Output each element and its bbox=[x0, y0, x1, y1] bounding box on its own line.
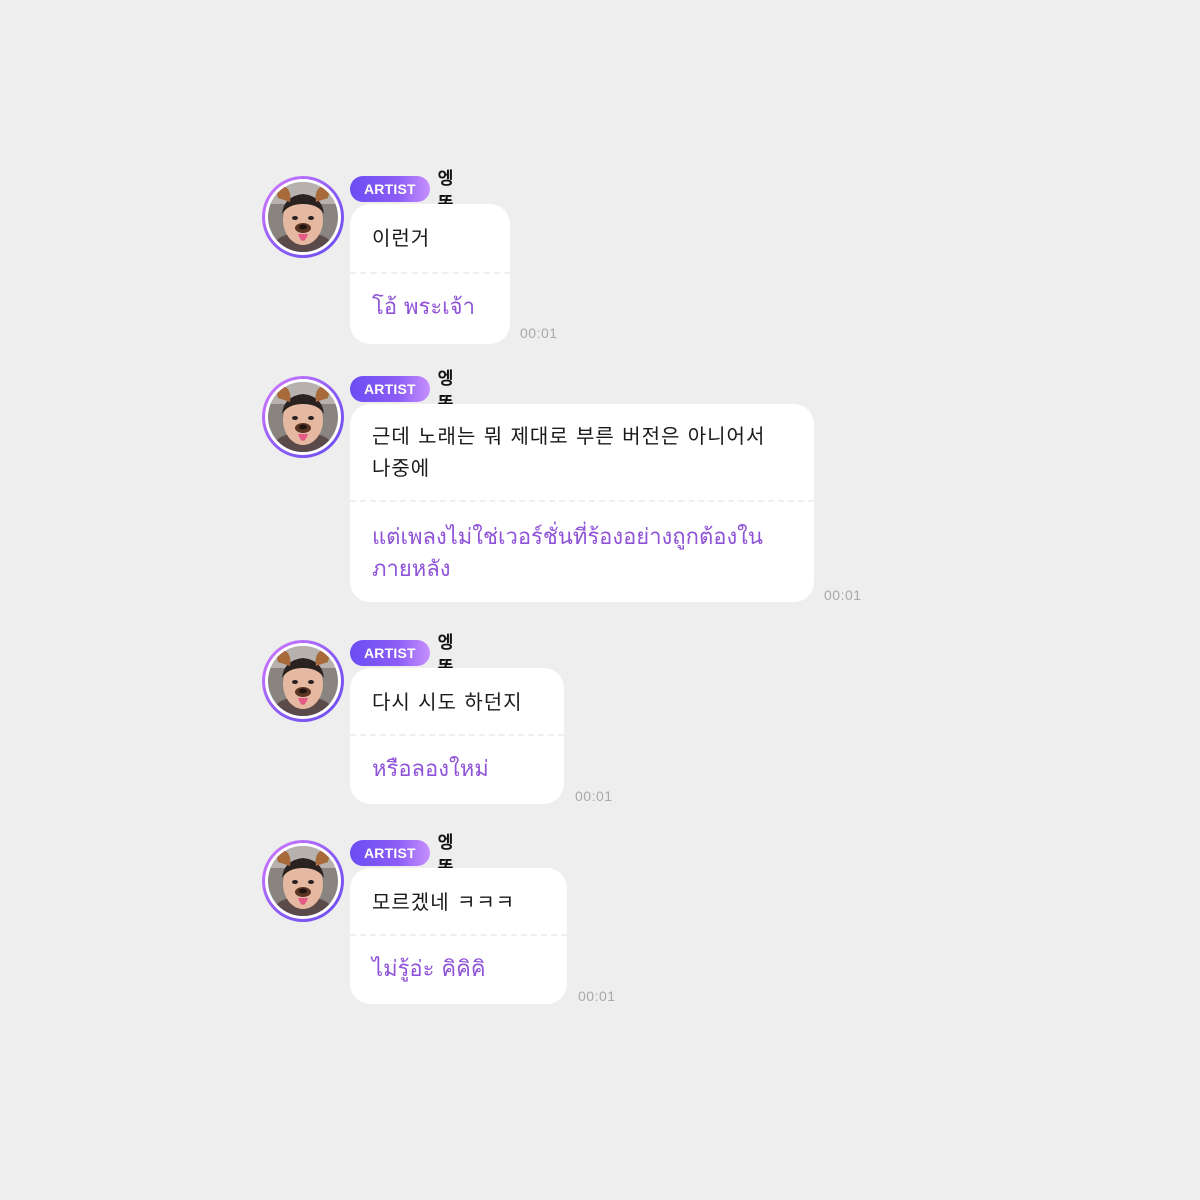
avatar[interactable] bbox=[262, 176, 344, 258]
translated-text: หรือลองใหม่ bbox=[372, 757, 489, 782]
message-header: ARTIST 엥똔 bbox=[350, 833, 453, 878]
translated-text: โอ้ พระเจ้า bbox=[372, 295, 475, 320]
translated-text: ไม่รู้อ่ะ คิคิคิ bbox=[372, 957, 486, 982]
message-bubble[interactable]: 모르겠네 ㅋㅋㅋ ไม่รู้อ่ะ คิคิคิ bbox=[350, 868, 567, 1004]
dog-filter-avatar-icon bbox=[268, 646, 338, 716]
bubble-divider bbox=[350, 734, 564, 736]
artist-badge: ARTIST bbox=[350, 376, 430, 402]
avatar[interactable] bbox=[262, 376, 344, 458]
original-text: 이런거 bbox=[372, 226, 431, 250]
message-time: 00:01 bbox=[824, 587, 862, 603]
original-text: 근데 노래는 뭐 제대로 부른 버전은 아니어서 나중에 bbox=[372, 424, 766, 480]
artist-badge: ARTIST bbox=[350, 176, 430, 202]
artist-badge: ARTIST bbox=[350, 640, 430, 666]
bubble-divider bbox=[350, 272, 510, 274]
message-bubble[interactable]: 근데 노래는 뭐 제대로 부른 버전은 아니어서 나중에 แต่เพลงไม่ใ… bbox=[350, 404, 814, 602]
message-time: 00:01 bbox=[520, 325, 558, 341]
avatar[interactable] bbox=[262, 840, 344, 922]
translated-text: แต่เพลงไม่ใช่เวอร์ชั่นที่ร้องอย่างถูกต้อ… bbox=[372, 525, 763, 582]
artist-badge: ARTIST bbox=[350, 840, 430, 866]
message-header: ARTIST 엥똔 bbox=[350, 369, 453, 414]
dog-filter-avatar-icon bbox=[268, 382, 338, 452]
original-text: 모르겠네 ㅋㅋㅋ bbox=[372, 890, 516, 914]
message-bubble[interactable]: 이런거 โอ้ พระเจ้า bbox=[350, 204, 510, 344]
avatar[interactable] bbox=[262, 640, 344, 722]
dog-filter-avatar-icon bbox=[268, 846, 338, 916]
bubble-divider bbox=[350, 500, 814, 502]
original-text: 다시 시도 하던지 bbox=[372, 690, 523, 714]
message-time: 00:01 bbox=[578, 988, 616, 1004]
message-bubble[interactable]: 다시 시도 하던지 หรือลองใหม่ bbox=[350, 668, 564, 804]
bubble-divider bbox=[350, 934, 567, 936]
message-header: ARTIST 엥똔 bbox=[350, 169, 453, 214]
message-time: 00:01 bbox=[575, 788, 613, 804]
dog-filter-avatar-icon bbox=[268, 182, 338, 252]
message-header: ARTIST 엥똔 bbox=[350, 633, 453, 678]
